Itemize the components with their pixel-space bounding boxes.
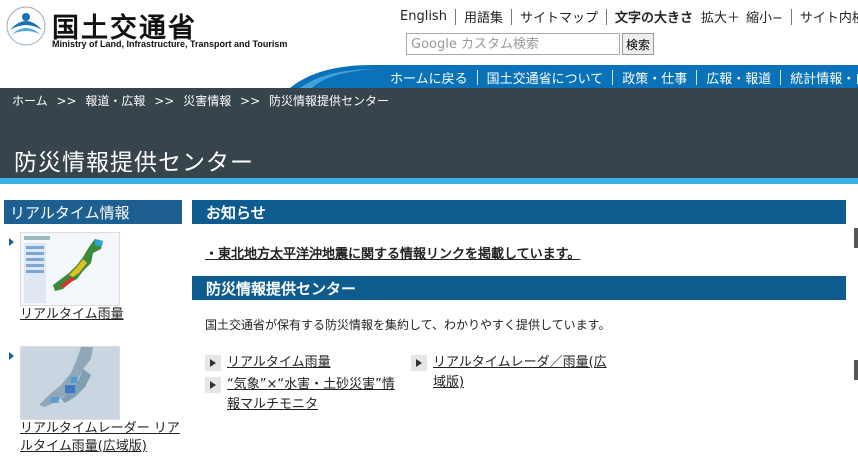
link-item-rainfall[interactable]: リアルタイム雨量 bbox=[205, 353, 405, 373]
breadcrumb-current: 防災情報提供センター bbox=[268, 94, 389, 108]
divider bbox=[790, 8, 792, 25]
utility-links: English 用語集 サイトマップ 文字の大きさ 拡大＋ 縮小− サイト内検 bbox=[400, 7, 858, 26]
breadcrumb: ホーム >> 報道・広報 >> 災害情報 >> 防災情報提供センター bbox=[12, 92, 389, 109]
divider bbox=[510, 8, 512, 25]
sidebar-item-radar[interactable]: リアルタイムレーダー リアルタイム雨量(広域版) bbox=[4, 346, 182, 456]
nav-items: ホームに戻る 国土交通省について 政策・仕事 広報・報道 統計情報・白書 bbox=[390, 68, 858, 87]
link-radar[interactable]: リアルタイムレーダ／雨量(広域版) bbox=[433, 353, 611, 393]
arrow-right-icon bbox=[411, 355, 427, 371]
nav-about[interactable]: 国土交通省について bbox=[487, 68, 604, 87]
notice-heading: お知らせ bbox=[192, 200, 846, 224]
scroll-indicator bbox=[854, 360, 858, 380]
bullet-arrow-icon bbox=[9, 352, 14, 360]
nav-statistics[interactable]: 統計情報・白書 bbox=[790, 68, 858, 87]
nav-policy[interactable]: 政策・仕事 bbox=[622, 68, 687, 87]
breadcrumb-disaster[interactable]: 災害情報 bbox=[183, 94, 231, 108]
link-item-radar[interactable]: リアルタイムレーダ／雨量(広域版) bbox=[411, 353, 611, 393]
center-intro: 国土交通省が保有する防災情報を集約して、わかりやすく提供しています。 bbox=[205, 318, 611, 332]
sidebar-item-rainfall[interactable]: リアルタイム雨量 bbox=[4, 232, 182, 324]
sidebar-heading: リアルタイム情報 bbox=[4, 200, 182, 224]
divider bbox=[612, 70, 614, 85]
site-search-link[interactable]: サイト内検 bbox=[800, 7, 858, 26]
link-item-multi-monitor[interactable]: “気象”×“水害・土砂災害”情報マルチモニタ bbox=[205, 375, 405, 415]
breadcrumb-separator: >> bbox=[154, 94, 175, 108]
sitemap-link[interactable]: サイトマップ bbox=[520, 7, 598, 26]
breadcrumb-press[interactable]: 報道・広報 bbox=[85, 94, 145, 108]
accent-divider bbox=[0, 178, 858, 184]
breadcrumb-home[interactable]: ホーム bbox=[12, 94, 48, 108]
arrow-right-icon bbox=[205, 355, 221, 371]
enlarge-text-button[interactable]: 拡大＋ bbox=[701, 7, 740, 26]
divider bbox=[605, 8, 607, 25]
english-link[interactable]: English bbox=[400, 9, 447, 24]
site-header: 国土交通省 Ministry of Land, Infrastructure, … bbox=[0, 0, 858, 88]
sidebar-link-radar[interactable]: リアルタイムレーダー リアルタイム雨量(広域版) bbox=[20, 420, 182, 456]
glossary-link[interactable]: 用語集 bbox=[464, 7, 503, 26]
breadcrumb-separator: >> bbox=[240, 94, 261, 108]
arrow-right-icon bbox=[205, 377, 221, 393]
bullet-arrow-icon bbox=[9, 238, 14, 246]
shrink-text-button[interactable]: 縮小− bbox=[746, 7, 783, 26]
center-links: リアルタイム雨量 “気象”×“水害・土砂災害”情報マルチモニタ リアルタイムレー… bbox=[192, 353, 846, 423]
title-band: ホーム >> 報道・広報 >> 災害情報 >> 防災情報提供センター 防災情報提… bbox=[0, 88, 858, 178]
sidebar: リアルタイム情報 リアルタイム雨量 リアルタイムレーダー リアルタイム雨量(広域… bbox=[4, 200, 182, 456]
sidebar-link-rainfall[interactable]: リアルタイム雨量 bbox=[20, 306, 182, 324]
nav-press[interactable]: 広報・報道 bbox=[706, 68, 771, 87]
divider bbox=[476, 70, 478, 85]
scroll-indicator bbox=[854, 228, 858, 248]
center-heading: 防災情報提供センター bbox=[192, 276, 846, 300]
notice-link[interactable]: ・東北地方太平洋沖地震に関する情報リンクを掲載しています。 bbox=[205, 243, 580, 262]
radar-map-thumbnail[interactable] bbox=[20, 346, 120, 420]
rainfall-map-thumbnail[interactable] bbox=[20, 232, 120, 306]
divider bbox=[454, 8, 456, 25]
link-multi-monitor[interactable]: “気象”×“水害・土砂災害”情報マルチモニタ bbox=[227, 375, 405, 415]
global-nav: ホームに戻る 国土交通省について 政策・仕事 広報・報道 統計情報・白書 bbox=[0, 65, 858, 88]
divider bbox=[780, 70, 782, 85]
nav-home[interactable]: ホームに戻る bbox=[390, 68, 468, 87]
main-content: お知らせ ・東北地方太平洋沖地震に関する情報リンクを掲載しています。 防災情報提… bbox=[192, 200, 846, 423]
font-size-label: 文字の大きさ bbox=[614, 11, 693, 26]
link-rainfall[interactable]: リアルタイム雨量 bbox=[227, 353, 331, 373]
breadcrumb-separator: >> bbox=[56, 94, 77, 108]
mlit-logo-icon[interactable] bbox=[6, 6, 46, 46]
page-title: 防災情報提供センター bbox=[14, 150, 254, 176]
divider bbox=[696, 70, 698, 85]
